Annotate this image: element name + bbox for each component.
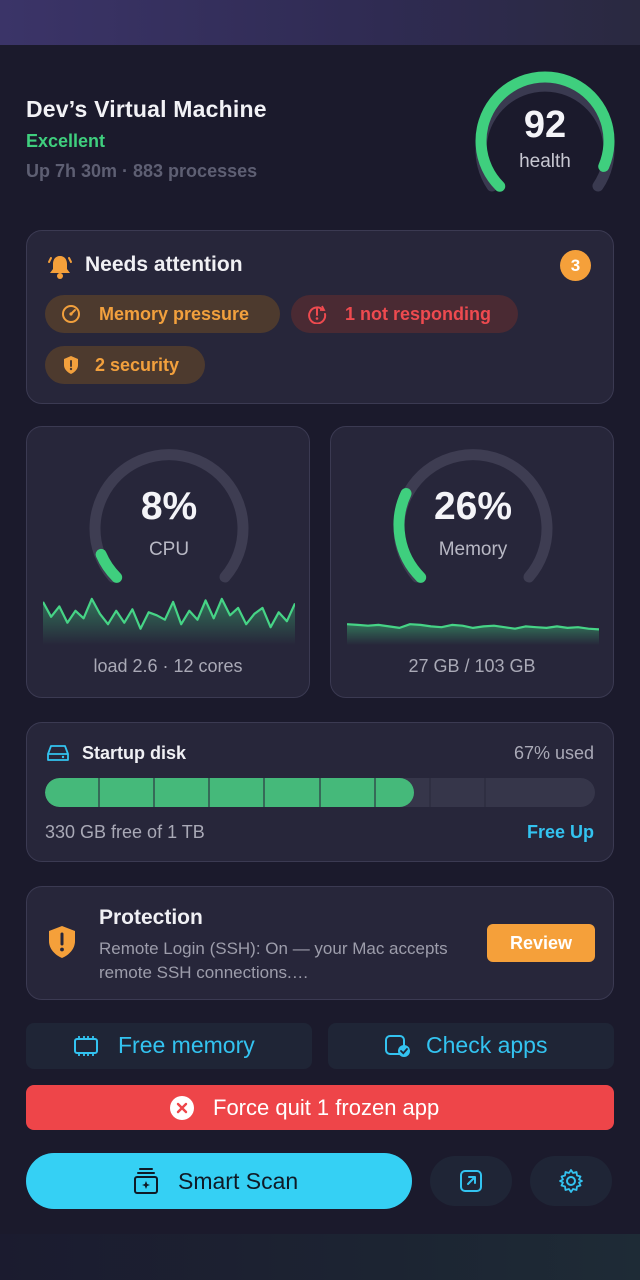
bar-divider — [263, 778, 265, 807]
shield-warning-icon — [49, 926, 75, 958]
chip-memory-pressure[interactable]: Memory pressure — [45, 295, 280, 333]
disk-icon — [47, 745, 69, 761]
memory-sparkline — [347, 623, 599, 645]
window-bottom-band — [0, 1234, 640, 1280]
disk-usage-bar — [45, 778, 595, 807]
cpu-label: CPU — [148, 539, 190, 560]
bar-divider — [208, 778, 210, 807]
chip-label: Memory pressure — [99, 304, 250, 324]
bar-divider — [153, 778, 155, 807]
gauge-icon — [62, 305, 80, 323]
chip-not-responding[interactable]: 1 not responding — [291, 295, 518, 333]
cpu-card[interactable]: 8% CPU load 2.6 · 12 cores — [26, 426, 310, 698]
bar-divider — [319, 778, 321, 807]
memory-label: Memory — [438, 539, 508, 560]
chip-security[interactable]: 2 security — [45, 346, 205, 384]
bar-divider — [484, 778, 486, 807]
machine-name: Dev’s Virtual Machine — [26, 96, 267, 122]
smart-scan-label: Smart Scan — [178, 1168, 299, 1194]
health-gauge[interactable]: 92 health — [470, 64, 620, 198]
check-apps-label: Check apps — [426, 1032, 548, 1058]
smart-scan-button[interactable]: Smart Scan — [26, 1153, 412, 1209]
close-circle-icon — [170, 1096, 194, 1120]
attention-count-badge: 3 — [560, 250, 591, 281]
settings-button[interactable] — [530, 1156, 612, 1206]
cpu-value: 8% — [140, 485, 198, 528]
check-apps-button[interactable]: Check apps — [328, 1023, 614, 1069]
startup-disk-card: Startup disk 67% used 330 GB free of 1 T… — [26, 722, 614, 862]
review-button[interactable]: Review — [487, 924, 595, 962]
bar-divider — [98, 778, 100, 807]
cpu-gauge: 8% CPU — [79, 435, 259, 595]
chip-label: 2 security — [95, 355, 180, 375]
uptime-text: Up 7h 30m · 883 processes — [26, 161, 258, 181]
free-memory-label: Free memory — [118, 1032, 255, 1058]
memory-card[interactable]: 26% Memory 27 GB / 103 GB — [330, 426, 614, 698]
shield-icon — [64, 356, 78, 374]
gear-icon — [559, 1169, 583, 1193]
force-quit-label: Force quit 1 frozen app — [213, 1095, 440, 1120]
free-memory-button[interactable]: Free memory — [26, 1023, 312, 1069]
bell-icon — [48, 256, 72, 279]
alert-clock-icon — [308, 305, 327, 324]
protection-title: Protection — [99, 906, 203, 929]
force-quit-button[interactable]: Force quit 1 frozen app — [26, 1085, 614, 1130]
disk-usage-fill — [45, 778, 414, 807]
cpu-sparkline — [43, 597, 295, 645]
scan-stack-icon — [134, 1168, 158, 1194]
memory-gauge: 26% Memory — [383, 435, 563, 595]
disk-used-text: 67% used — [513, 743, 594, 763]
protection-card: Protection Remote Login (SSH): On — your… — [26, 886, 614, 1000]
open-external-button[interactable] — [430, 1156, 512, 1206]
memory-footer: 27 GB / 103 GB — [408, 656, 536, 676]
chip-label: 1 not responding — [345, 304, 491, 324]
window-top-band — [0, 0, 640, 45]
disk-title: Startup disk — [82, 743, 187, 763]
needs-attention-card: Needs attention 3 Memory pressure 1 not … — [26, 230, 614, 404]
bar-divider — [429, 778, 431, 807]
health-score: 92 — [523, 104, 567, 146]
health-label: health — [519, 151, 571, 172]
memory-chip-icon — [74, 1036, 98, 1056]
open-external-icon — [460, 1170, 482, 1192]
needs-attention-title: Needs attention — [85, 253, 243, 276]
disk-free-text: 330 GB free of 1 TB — [45, 822, 205, 842]
free-up-link[interactable]: Free Up — [527, 822, 594, 843]
cpu-footer: load 2.6 · 12 cores — [93, 656, 243, 676]
status-label: Excellent — [26, 131, 106, 151]
bar-divider — [374, 778, 376, 807]
memory-value: 26% — [433, 485, 513, 528]
protection-description: Remote Login (SSH): On — your Mac accept… — [99, 939, 448, 982]
app-check-icon — [385, 1035, 410, 1057]
